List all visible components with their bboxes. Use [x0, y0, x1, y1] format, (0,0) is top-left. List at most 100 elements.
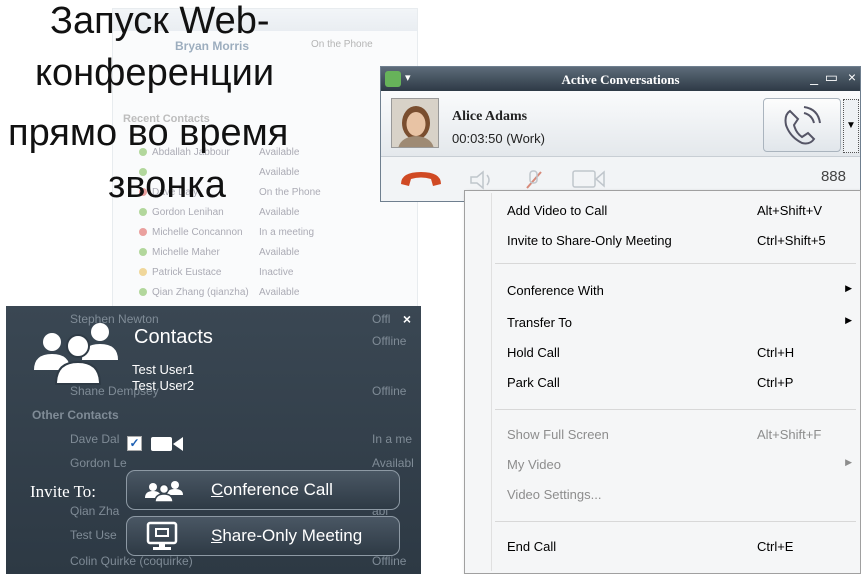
presence-dot	[139, 228, 147, 236]
minimize-button[interactable]: _	[810, 69, 818, 85]
slide-title-line-2: конференции	[35, 52, 275, 94]
background-contact-name: Gordon Lenihan	[152, 207, 224, 218]
ghost-contact-status: In a me	[372, 432, 413, 446]
ghost-contact-name: Dave Dal	[70, 432, 120, 446]
window-title: Active Conversations	[561, 72, 680, 87]
contact-user-1: Test User1	[132, 362, 195, 377]
menu-item-label: My Video	[507, 457, 561, 472]
close-button[interactable]: ×	[848, 69, 856, 85]
hang-up-icon[interactable]	[397, 168, 445, 190]
menu-item-park-call[interactable]: Park Call Ctrl+P	[465, 369, 860, 397]
conference-icon	[145, 481, 183, 502]
contacts-title: Contacts	[134, 326, 213, 348]
call-button[interactable]	[763, 98, 841, 152]
mute-icon[interactable]	[521, 168, 547, 192]
contacts-group-icon	[34, 323, 118, 385]
ghost-contact-status: Offl	[372, 312, 391, 326]
slide-title-line-1: Запуск Web-	[50, 0, 270, 42]
menu-item-hold-call[interactable]: Hold Call Ctrl+H	[465, 339, 860, 367]
menu-item-shortcut: Alt+Shift+F	[757, 427, 822, 442]
submenu-arrow-icon: ▶	[845, 283, 852, 293]
menu-item-shortcut: Ctrl+P	[757, 375, 794, 390]
menu-item-shortcut: Ctrl+E	[757, 539, 794, 554]
conference-call-label: Conference Call	[211, 480, 333, 499]
menu-item-label: Hold Call	[507, 345, 560, 360]
menu-item-video-settings: Video Settings...	[465, 481, 860, 509]
call-duration: 00:03:50 (Work)	[452, 131, 545, 146]
background-contact-status: Available	[259, 247, 300, 258]
contacts-panel: Stephen Newton Offl Offline Shane Dempsey Of…	[6, 306, 421, 574]
presence-dot	[139, 208, 147, 216]
submenu-arrow-icon: ▶	[845, 315, 852, 325]
presence-dot	[139, 288, 147, 296]
menu-item-invite-to-share-only-meeting[interactable]: Invite to Share-Only Meeting Ctrl+Shift+5	[465, 227, 860, 255]
background-user-status: On the Phone	[311, 39, 373, 50]
active-conversations-window: ▾ Active Conversations _ ▭ × Alice Adams…	[380, 66, 861, 202]
menu-item-label: Video Settings...	[507, 487, 602, 502]
video-camera-icon	[151, 437, 183, 451]
presence-dot	[139, 268, 147, 276]
ghost-contact-name: Test Use	[70, 528, 117, 542]
slide-title-line-3: прямо во время	[8, 112, 289, 154]
menu-item-transfer-to[interactable]: Transfer To ▶	[465, 309, 860, 337]
ghost-contact-status: Offline	[372, 554, 407, 568]
menu-item-label: Transfer To	[507, 315, 573, 330]
ghost-contact-name: Colin Quirke (coquirke)	[70, 554, 193, 568]
background-contact-row: Qian Zhang (qianzha) Available	[139, 287, 299, 301]
menu-item-label: End Call	[507, 539, 557, 554]
menu-item-conference-with[interactable]: Conference With ▶	[465, 277, 860, 305]
conversation-titlebar: ▾ Active Conversations _ ▭ ×	[381, 67, 860, 91]
background-contact-status: Available	[259, 287, 300, 298]
menu-item-my-video: My Video ▶	[465, 451, 860, 479]
menu-separator	[495, 521, 856, 522]
menu-item-label: Conference With	[507, 283, 604, 298]
maximize-button[interactable]: ▭	[825, 69, 838, 86]
menu-separator	[495, 409, 856, 410]
background-contact-row: Michelle Maher Available	[139, 247, 299, 261]
menu-item-end-call[interactable]: End Call Ctrl+E	[465, 533, 860, 561]
speaker-icon[interactable]	[469, 170, 495, 190]
background-contact-name: Michelle Concannon	[152, 227, 243, 238]
menu-separator	[495, 263, 856, 264]
ghost-contact-status: Offline	[372, 334, 407, 348]
invite-to-label: Invite To:	[30, 482, 97, 501]
menu-item-shortcut: Ctrl+H	[757, 345, 795, 360]
background-contact-name: Michelle Maher	[152, 247, 220, 258]
menu-item-shortcut: Ctrl+Shift+5	[757, 233, 826, 248]
background-contact-row: Michelle Concannon In a meeting	[139, 227, 314, 241]
menu-item-label: Show Full Screen	[507, 427, 609, 442]
avatar	[391, 98, 439, 148]
call-header: Alice Adams 00:03:50 (Work) ▼	[381, 91, 860, 157]
background-contact-row: Patrick Eustace Inactive	[139, 267, 293, 281]
menu-item-label: Invite to Share-Only Meeting	[507, 233, 672, 248]
contact-name: Alice Adams	[452, 109, 528, 124]
close-icon[interactable]: ×	[403, 311, 411, 327]
menu-item-label: Add Video to Call	[507, 203, 608, 218]
ghost-contact-name: Qian Zha	[70, 504, 120, 518]
submenu-arrow-icon: ▶	[845, 457, 852, 467]
contact-user-2: Test User2	[132, 378, 195, 393]
share-only-meeting-button[interactable]: Share-Only Meeting	[126, 516, 400, 556]
background-contact-status: Inactive	[259, 267, 294, 278]
presence-dot	[139, 248, 147, 256]
background-contact-name: Qian Zhang (qianzha)	[152, 287, 249, 298]
background-contact-status: Available	[259, 207, 300, 218]
ghost-contact-name: Other Contacts	[32, 408, 119, 422]
video-checkbox[interactable]: ✓	[127, 436, 142, 451]
background-contact-row: Gordon Lenihan Available	[139, 207, 299, 221]
dialpad-button[interactable]: 888	[821, 168, 846, 185]
video-icon[interactable]	[571, 168, 605, 190]
background-contact-status: In a meeting	[259, 227, 315, 238]
ghost-contact-status: Offline	[372, 384, 407, 398]
call-options-dropdown[interactable]: ▼	[843, 99, 859, 153]
conference-call-button[interactable]: Conference Call	[126, 470, 400, 510]
background-contact-status: On the Phone	[259, 187, 321, 198]
background-contact-name: Patrick Eustace	[152, 267, 222, 278]
slide-title-line-4: звонка	[108, 164, 226, 206]
background-contact-status: Available	[259, 167, 300, 178]
menu-item-add-video-to-call[interactable]: Add Video to Call Alt+Shift+V	[465, 197, 860, 225]
share-only-meeting-label: Share-Only Meeting	[211, 526, 363, 545]
menu-item-shortcut: Alt+Shift+V	[757, 203, 823, 218]
screen-share-icon	[146, 521, 178, 550]
menu-item-label: Park Call	[507, 375, 560, 390]
